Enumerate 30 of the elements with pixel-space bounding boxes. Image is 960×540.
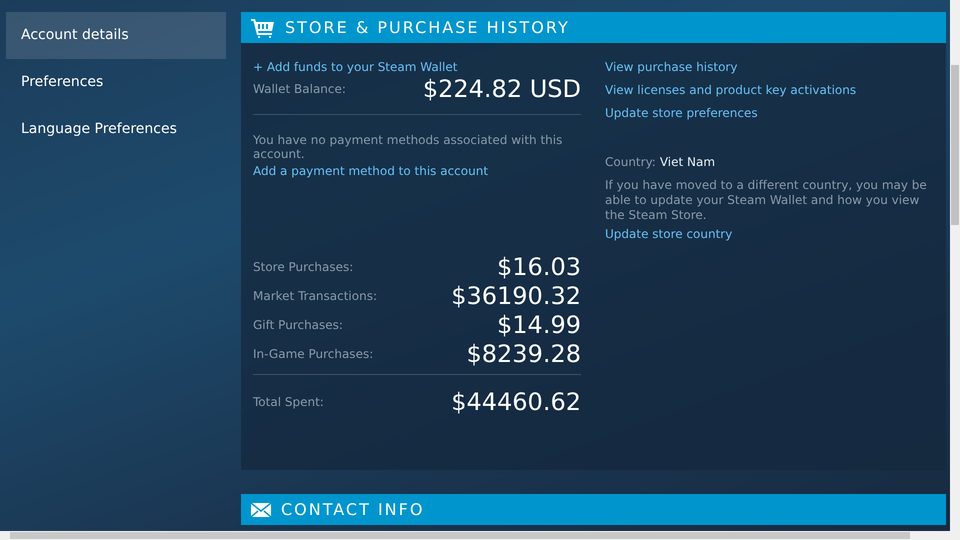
sidebar-item[interactable]: Account details	[6, 12, 226, 59]
section-title: STORE & PURCHASE HISTORY	[285, 18, 570, 37]
purchase-label: Gift Purchases:	[253, 318, 343, 332]
add-payment-link[interactable]: Add a payment method to this account	[253, 164, 488, 178]
sidebar-item[interactable]: Preferences	[6, 59, 226, 106]
purchase-amount: $14.99	[497, 310, 581, 338]
envelope-icon	[251, 502, 271, 516]
update-country-link[interactable]: Update store country	[605, 227, 732, 241]
purchase-label: Store Purchases:	[253, 260, 354, 274]
purchase-label: Market Transactions:	[253, 288, 378, 302]
wallet-balance: $224.82 USD	[422, 75, 581, 103]
total-amount: $44460.62	[451, 388, 581, 416]
store-link[interactable]: View purchase history	[605, 60, 738, 74]
country-label: Country:	[605, 155, 656, 169]
section-title: CONTACT INFO	[281, 500, 424, 519]
cart-icon	[251, 18, 275, 38]
vertical-scrollbar[interactable]	[950, 0, 960, 531]
purchase-amount: $36190.32	[451, 282, 581, 310]
store-link[interactable]: Update store preferences	[605, 106, 758, 120]
purchase-amount: $8239.28	[466, 340, 581, 368]
purchase-amount: $16.03	[497, 252, 581, 280]
country-note: If you have moved to a different country, you may be able to update your Steam Wallet and how you view the Steam Store.	[605, 178, 928, 223]
sidebar-item[interactable]: Language Preferences	[6, 106, 226, 153]
country-value: Viet Nam	[660, 155, 716, 169]
wallet-label: Wallet Balance:	[253, 82, 346, 96]
add-funds-link[interactable]: + Add funds to your Steam Wallet	[253, 60, 458, 74]
purchase-label: In-Game Purchases:	[253, 346, 374, 360]
store-link[interactable]: View licenses and product key activations	[605, 83, 856, 97]
total-label: Total Spent:	[253, 394, 324, 408]
no-payment-text: You have no payment methods associated with this account.	[253, 133, 564, 161]
